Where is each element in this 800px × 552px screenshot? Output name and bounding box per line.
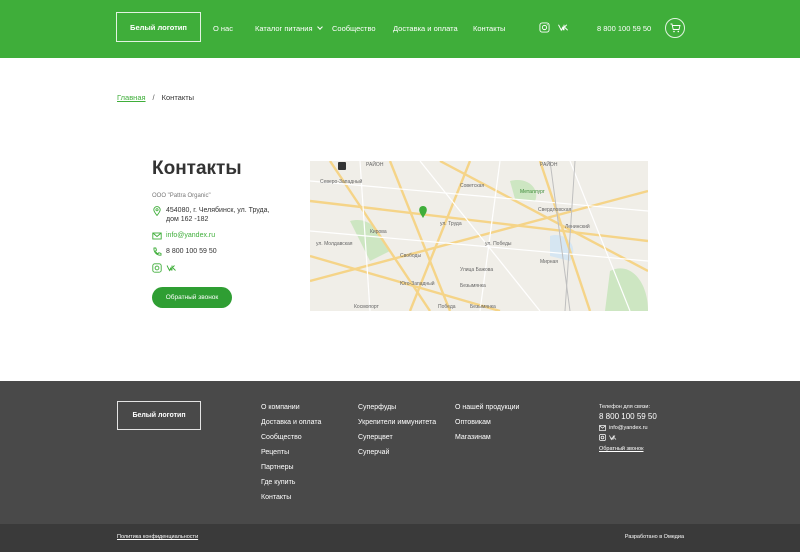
map-label: ул. Труда: [440, 221, 462, 227]
footer-link[interactable]: Суперцвет: [358, 434, 436, 449]
footer-callback-link[interactable]: Обратный звонок: [599, 446, 657, 452]
breadcrumb-separator: /: [152, 93, 155, 102]
phone-icon: [153, 247, 162, 256]
footer-email-row: info@yandex.ru: [599, 425, 657, 431]
map-label: Кирова: [370, 229, 387, 235]
footer-logo[interactable]: Белый логотип: [117, 401, 201, 430]
nav-contacts[interactable]: Контакты: [473, 24, 505, 33]
map-label: Свободы: [400, 253, 422, 259]
footer-link[interactable]: Где купить: [261, 479, 321, 494]
cart-button[interactable]: [665, 18, 685, 38]
breadcrumb-current: Контакты: [161, 93, 195, 102]
footer-link[interactable]: Укрепители иммунитета: [358, 419, 436, 434]
map-label: Улица Бажова: [460, 267, 494, 273]
instagram-icon[interactable]: [152, 263, 162, 273]
email-row: info@yandex.ru: [152, 231, 215, 241]
map-label: Безымянка: [460, 283, 486, 289]
cart-icon: [670, 23, 681, 33]
vk-icon[interactable]: [557, 22, 571, 33]
company-name: ООО "Pattra Organic": [152, 193, 211, 199]
footer-link[interactable]: Суперчай: [358, 449, 436, 464]
footer-email[interactable]: info@yandex.ru: [609, 425, 648, 431]
page-title: Контакты: [152, 158, 242, 179]
site-header: Белый логотип О нас Каталог питания Сооб…: [0, 0, 800, 58]
address-row: 454080, г. Челябинск, ул. Труда, дом 162…: [152, 206, 269, 224]
footer-column-company: О компании Доставка и оплата Сообщество …: [261, 404, 321, 509]
footer-column-catalog: Суперфуды Укрепители иммунитета Суперцве…: [358, 404, 436, 464]
map-label: Победа: [438, 304, 456, 310]
footer-phone-label: Телефон для связи:: [599, 404, 650, 410]
footer-link[interactable]: Контакты: [261, 494, 321, 509]
callback-button[interactable]: Обратный звонок: [152, 287, 232, 308]
footer-link[interactable]: Партнеры: [261, 464, 321, 479]
nav-catalog[interactable]: Каталог питания: [255, 24, 323, 33]
vk-icon[interactable]: [609, 434, 618, 441]
map[interactable]: РАЙОН РАЙОН Металлург Северо-Западный Св…: [310, 161, 648, 311]
footer-link[interactable]: Рецепты: [261, 449, 321, 464]
footer-link[interactable]: Доставка и оплата: [261, 419, 321, 434]
address-line-1: 454080, г. Челябинск, ул. Труда,: [166, 207, 270, 214]
footer-link[interactable]: Суперфуды: [358, 404, 436, 419]
instagram-icon[interactable]: [599, 434, 606, 441]
mail-icon: [599, 425, 606, 431]
instagram-icon[interactable]: [539, 22, 550, 33]
nav-about[interactable]: О нас: [213, 24, 233, 33]
breadcrumb-home[interactable]: Главная: [117, 93, 146, 102]
map-label: Юго-Западный: [400, 281, 435, 287]
phone-row: 8 800 100 59 50: [152, 247, 217, 257]
footer-link[interactable]: Оптовикам: [455, 419, 519, 434]
address-line-2: дом 162 -182: [166, 216, 209, 223]
map-label: Свердловская: [538, 207, 572, 213]
contact-email[interactable]: info@yandex.ru: [166, 231, 215, 240]
map-label: ул. Молдавская: [316, 241, 353, 247]
map-label: Ленинский: [565, 224, 590, 230]
footer-link[interactable]: О нашей продукции: [455, 404, 519, 419]
site-footer: Белый логотип О компании Доставка и опла…: [0, 381, 800, 524]
nav-community[interactable]: Сообщество: [332, 24, 376, 33]
footer-bottom-bar: Политика конфиденциальности Разработано …: [0, 524, 800, 552]
footer-contacts: Телефон для связи: 8 800 100 59 50 info@…: [599, 404, 657, 452]
map-label: Металлург: [520, 189, 545, 195]
footer-link[interactable]: Сообщество: [261, 434, 321, 449]
breadcrumb: Главная / Контакты: [117, 93, 194, 102]
header-phone[interactable]: 8 800 100 59 50: [597, 24, 651, 33]
nav-delivery[interactable]: Доставка и оплата: [393, 24, 458, 33]
header-logo[interactable]: Белый логотип: [116, 12, 201, 42]
map-label: Мирная: [540, 259, 558, 265]
privacy-policy-link[interactable]: Политика конфиденциальности: [117, 534, 198, 540]
map-label: РАЙОН: [540, 162, 558, 168]
footer-link[interactable]: Магазинам: [455, 434, 519, 449]
mail-icon: [152, 232, 162, 240]
map-label: ул. Победы: [485, 241, 512, 247]
map-label: Советская: [460, 183, 485, 189]
map-label: Космопорт: [354, 304, 379, 310]
footer-link[interactable]: О компании: [261, 404, 321, 419]
contact-phone[interactable]: 8 800 100 59 50: [166, 247, 217, 256]
map-label: Безымянка: [470, 304, 496, 310]
chevron-down-icon: [316, 24, 323, 30]
nav-catalog-label: Каталог питания: [255, 24, 313, 33]
social-row: [152, 263, 182, 273]
map-label: Северо-Западный: [320, 179, 363, 185]
footer-phone[interactable]: 8 800 100 59 50: [599, 412, 657, 421]
map-label: РАЙОН: [366, 162, 384, 168]
vk-icon[interactable]: [166, 263, 178, 273]
location-pin-icon: [153, 206, 161, 216]
footer-column-info: О нашей продукции Оптовикам Магазинам: [455, 404, 519, 449]
footer-social: [599, 434, 657, 441]
address-text: 454080, г. Челябинск, ул. Труда, дом 162…: [166, 206, 269, 224]
developer-credit[interactable]: Разработано в Омедиа: [625, 534, 684, 540]
